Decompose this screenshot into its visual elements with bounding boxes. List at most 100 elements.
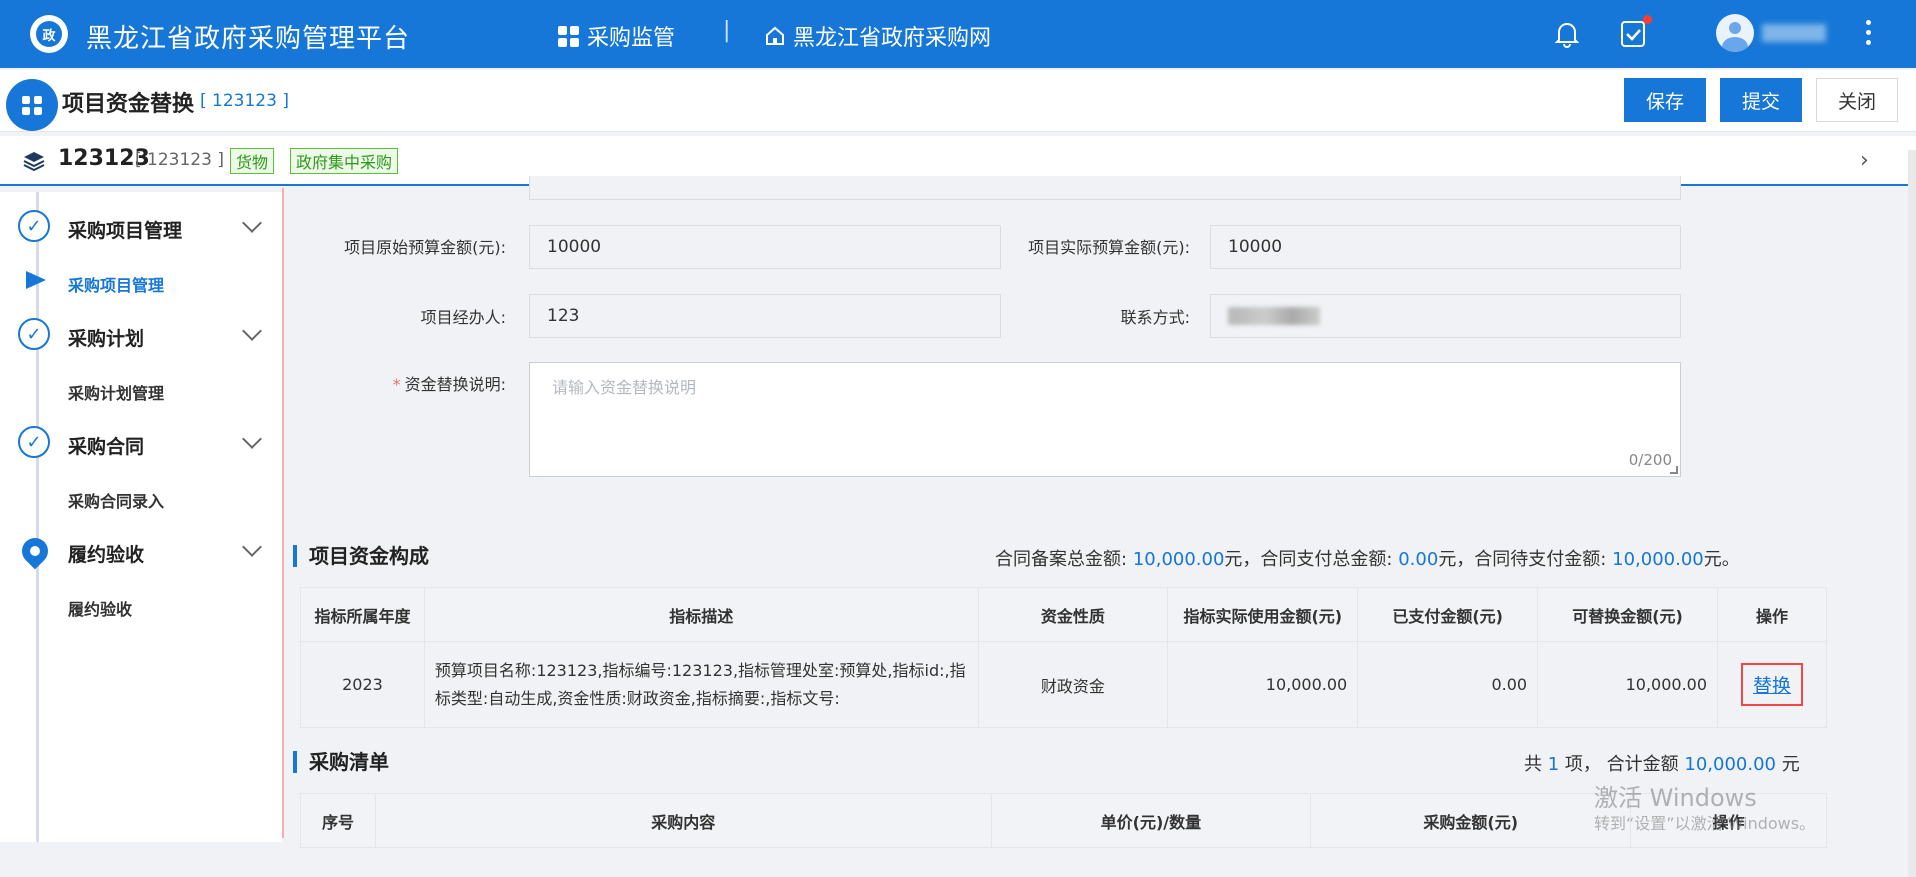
col-header-action: 操作: [1717, 587, 1827, 642]
tag-centralized-procurement: 政府集中采购: [290, 148, 399, 174]
chevron-down-icon[interactable]: [242, 321, 262, 341]
previous-field-box: [529, 176, 1681, 200]
page-header: 项目资金替换 [ 123123 ] 保存 提交 关闭: [0, 70, 1916, 132]
resize-handle-icon[interactable]: [1670, 466, 1678, 474]
cell-desc: 预算项目名称:123123,指标编号:123123,指标管理处室:预算处,指标i…: [423, 641, 979, 728]
total-prefix: 共: [1524, 754, 1542, 775]
activation-watermark-hint: 转到“设置”以激活 Windows。: [1594, 814, 1816, 833]
unread-dot: [1643, 15, 1652, 24]
col-header-unit-qty: 单价(元)/数量: [990, 793, 1312, 848]
app-title: 黑龙江省政府采购管理平台: [86, 24, 411, 54]
original-budget-label: 项目原始预算金额(元):: [344, 238, 506, 257]
total-mid: 项， 合计金额: [1564, 754, 1679, 775]
contact-field[interactable]: [1210, 294, 1681, 338]
table-header-row: 指标所属年度 指标描述 资金性质 指标实际使用金额(元) 已支付金额(元) 可替…: [300, 587, 1827, 642]
summary-mid2: 元，合同待支付金额:: [1438, 549, 1607, 570]
notification-bell-icon[interactable]: [1554, 20, 1580, 52]
cell-used: 10,000.00: [1167, 641, 1359, 728]
sidebar-item-acceptance[interactable]: 履约验收: [68, 596, 132, 620]
col-header-amount: 采购金额(元): [1310, 793, 1632, 848]
platform-logo: 政: [30, 15, 68, 53]
sidebar-item-project-management[interactable]: 采购项目管理: [68, 272, 164, 296]
purchase-total: 共 1 项， 合计金额 10,000.00 元: [1524, 750, 1800, 776]
check-circle-icon: ✓: [18, 318, 50, 350]
chevron-right-icon[interactable]: ›: [1860, 148, 1869, 173]
sidebar-section-contract[interactable]: 采购合同: [68, 432, 144, 459]
step-rail: [36, 192, 39, 842]
actual-budget-field[interactable]: 10000: [1210, 225, 1681, 269]
chevron-down-icon[interactable]: [242, 429, 262, 449]
sidebar-item-plan-management[interactable]: 采购计划管理: [68, 380, 164, 404]
sidebar-item-contract-entry[interactable]: 采购合同录入: [68, 488, 164, 512]
col-header-used: 指标实际使用金额(元): [1167, 587, 1359, 642]
divider: [282, 188, 284, 838]
col-header-desc: 指标描述: [423, 587, 979, 642]
sidebar-section-plan[interactable]: 采购计划: [68, 324, 144, 351]
chevron-down-icon[interactable]: [242, 213, 262, 233]
actual-budget-label: 项目实际预算金额(元):: [1028, 238, 1190, 257]
summary-pending-amount: 10,000.00: [1612, 549, 1704, 570]
total-amount: 10,000.00: [1684, 754, 1776, 775]
fund-table: 指标所属年度 指标描述 资金性质 指标实际使用金额(元) 已支付金额(元) 可替…: [300, 587, 1827, 728]
total-suffix: 元: [1781, 754, 1800, 775]
total-count: 1: [1547, 754, 1560, 775]
char-counter: 0/200: [1628, 451, 1672, 469]
required-mark: *: [392, 375, 401, 394]
chevron-down-icon[interactable]: [242, 537, 262, 557]
summary-filed-amount: 10,000.00: [1132, 549, 1225, 570]
handler-field[interactable]: 123: [529, 294, 1001, 338]
step-sidebar: ✓ 采购项目管理 采购项目管理 ✓ 采购计划 采购计划管理 ✓ 采购合同 采购合…: [0, 192, 282, 842]
nav-monitor-label: 采购监管: [587, 26, 676, 51]
cell-year: 2023: [300, 641, 425, 728]
save-button[interactable]: 保存: [1624, 78, 1706, 122]
close-button[interactable]: 关闭: [1816, 78, 1898, 122]
cell-nature: 财政资金: [977, 641, 1169, 728]
tag-goods: 货物: [230, 148, 275, 174]
col-header-replaceable: 可替换金额(元): [1537, 587, 1719, 642]
nav-website-label: 黑龙江省政府采购网: [793, 26, 992, 51]
layers-icon: [22, 150, 46, 176]
user-avatar[interactable]: [1716, 14, 1754, 52]
apps-icon[interactable]: [6, 79, 58, 131]
cell-replaceable: 10,000.00: [1537, 641, 1719, 728]
page-title: 项目资金替换: [62, 92, 195, 117]
more-vertical-icon[interactable]: [1866, 20, 1871, 45]
nav-procurement-website[interactable]: 黑龙江省政府采购网: [765, 20, 991, 52]
location-pin-icon: [16, 532, 54, 570]
handler-label: 项目经办人:: [420, 308, 506, 327]
col-header-index: 序号: [300, 793, 376, 848]
user-name-blurred[interactable]: [1762, 24, 1826, 42]
replace-desc-placeholder: 请输入资金替换说明: [552, 378, 697, 397]
col-header-content: 采购内容: [374, 793, 992, 848]
contact-label: 联系方式:: [1120, 308, 1190, 327]
sidebar-section-acceptance[interactable]: 履约验收: [68, 540, 144, 567]
nav-procurement-monitor[interactable]: 采购监管: [558, 20, 675, 52]
check-circle-icon: ✓: [18, 210, 50, 242]
top-bar: 政 黑龙江省政府采购管理平台 采购监管 | 黑龙江省政府采购网: [0, 0, 1916, 68]
table-row: 2023 预算项目名称:123123,指标编号:123123,指标管理处室:预算…: [300, 641, 1827, 728]
check-circle-icon: ✓: [18, 426, 50, 458]
summary-mid1: 元，合同支付总金额:: [1224, 549, 1393, 570]
sidebar-section-project-management[interactable]: 采购项目管理: [68, 216, 182, 243]
col-header-nature: 资金性质: [977, 587, 1169, 642]
fund-composition-title: 项目资金构成: [293, 545, 429, 567]
task-list-icon[interactable]: [1620, 15, 1652, 52]
replace-link[interactable]: 替换: [1740, 663, 1804, 706]
summary-suffix: 元。: [1703, 549, 1740, 570]
col-header-paid: 已支付金额(元): [1357, 587, 1539, 642]
activation-watermark: 激活 Windows: [1594, 784, 1757, 812]
fund-summary: 合同备案总金额: 10,000.00元，合同支付总金额: 0.00元，合同待支付…: [995, 545, 1740, 571]
page-code: [ 123123 ]: [200, 91, 289, 111]
original-budget-field[interactable]: 10000: [529, 225, 1001, 269]
contact-value-blurred: [1228, 307, 1320, 325]
scrollbar[interactable]: [1908, 150, 1916, 877]
replace-desc-label-wrap: * 资金替换说明:: [300, 371, 506, 395]
submit-button[interactable]: 提交: [1720, 78, 1802, 122]
replace-desc-textarea[interactable]: 请输入资金替换说明 0/200: [529, 362, 1681, 477]
purchase-list-title: 采购清单: [293, 751, 389, 773]
replace-desc-label: 资金替换说明:: [404, 375, 506, 394]
nav-separator: |: [723, 18, 731, 43]
col-header-year: 指标所属年度: [300, 587, 425, 642]
active-arrow-icon: [26, 271, 46, 289]
cell-paid: 0.00: [1357, 641, 1539, 728]
